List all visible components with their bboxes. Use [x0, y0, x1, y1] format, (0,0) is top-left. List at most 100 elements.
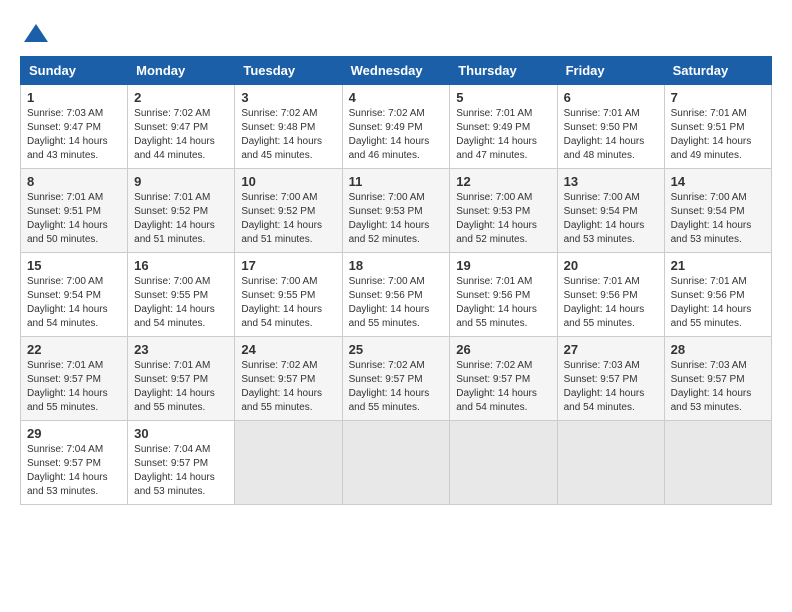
day-info: Sunrise: 7:02 AMSunset: 9:57 PMDaylight:…	[349, 359, 444, 415]
calendar-cell: 8Sunrise: 7:01 AMSunset: 9:51 PMDaylight…	[21, 169, 128, 253]
day-number: 14	[671, 174, 765, 189]
day-number: 3	[241, 90, 335, 105]
day-info: Sunrise: 7:00 AMSunset: 9:53 PMDaylight:…	[349, 191, 444, 247]
calendar-week-4: 22 Sunrise: 7:01 AMSunset: 9:57 PMDayligh…	[21, 337, 772, 421]
calendar-cell: 26 Sunrise: 7:02 AMSunset: 9:57 PMDayligh…	[450, 337, 557, 421]
day-info: Sunrise: 7:02 AMSunset: 9:48 PMDaylight:…	[241, 107, 335, 163]
day-number: 26	[456, 342, 550, 357]
calendar-cell: 27 Sunrise: 7:03 AMSunset: 9:57 PMDayligh…	[557, 337, 664, 421]
calendar-cell: 15Sunrise: 7:00 AMSunset: 9:54 PMDayligh…	[21, 253, 128, 337]
day-number: 4	[349, 90, 444, 105]
calendar-cell: 2 Sunrise: 7:02 AMSunset: 9:47 PMDaylight…	[128, 85, 235, 169]
day-number: 12	[456, 174, 550, 189]
calendar-cell: 30 Sunrise: 7:04 AMSunset: 9:57 PMDayligh…	[128, 421, 235, 505]
page-header	[20, 20, 772, 48]
day-number: 1	[27, 90, 121, 105]
day-number: 15	[27, 258, 121, 273]
day-number: 27	[564, 342, 658, 357]
logo-icon	[22, 20, 50, 48]
day-number: 17	[241, 258, 335, 273]
day-number: 20	[564, 258, 658, 273]
day-info: Sunrise: 7:01 AMSunset: 9:51 PMDaylight:…	[671, 107, 765, 163]
day-info: Sunrise: 7:01 AMSunset: 9:56 PMDaylight:…	[671, 275, 765, 331]
calendar-table: SundayMondayTuesdayWednesdayThursdayFrid…	[20, 56, 772, 505]
calendar-cell: 19 Sunrise: 7:01 AMSunset: 9:56 PMDayligh…	[450, 253, 557, 337]
day-info: Sunrise: 7:00 AMSunset: 9:55 PMDaylight:…	[241, 275, 335, 331]
calendar-cell: 29 Sunrise: 7:04 AMSunset: 9:57 PMDayligh…	[21, 421, 128, 505]
day-number: 24	[241, 342, 335, 357]
calendar-cell: 17 Sunrise: 7:00 AMSunset: 9:55 PMDayligh…	[235, 253, 342, 337]
day-info: Sunrise: 7:00 AMSunset: 9:54 PMDaylight:…	[564, 191, 658, 247]
day-number: 2	[134, 90, 228, 105]
day-number: 23	[134, 342, 228, 357]
calendar-cell: 28 Sunrise: 7:03 AMSunset: 9:57 PMDayligh…	[664, 337, 771, 421]
day-number: 25	[349, 342, 444, 357]
calendar-header-friday: Friday	[557, 57, 664, 85]
day-number: 16	[134, 258, 228, 273]
day-number: 30	[134, 426, 228, 441]
calendar-header-saturday: Saturday	[664, 57, 771, 85]
logo	[20, 20, 50, 48]
day-info: Sunrise: 7:02 AMSunset: 9:49 PMDaylight:…	[349, 107, 444, 163]
day-info: Sunrise: 7:03 AMSunset: 9:57 PMDaylight:…	[671, 359, 765, 415]
calendar-cell: 20 Sunrise: 7:01 AMSunset: 9:56 PMDayligh…	[557, 253, 664, 337]
calendar-header-sunday: Sunday	[21, 57, 128, 85]
day-number: 11	[349, 174, 444, 189]
calendar-cell: 1 Sunrise: 7:03 AMSunset: 9:47 PMDaylight…	[21, 85, 128, 169]
day-info: Sunrise: 7:04 AMSunset: 9:57 PMDaylight:…	[27, 443, 121, 499]
day-info: Sunrise: 7:02 AMSunset: 9:47 PMDaylight:…	[134, 107, 228, 163]
day-info: Sunrise: 7:02 AMSunset: 9:57 PMDaylight:…	[241, 359, 335, 415]
calendar-week-2: 8Sunrise: 7:01 AMSunset: 9:51 PMDaylight…	[21, 169, 772, 253]
day-info: Sunrise: 7:01 AMSunset: 9:57 PMDaylight:…	[134, 359, 228, 415]
day-info: Sunrise: 7:01 AMSunset: 9:56 PMDaylight:…	[564, 275, 658, 331]
calendar-header-row: SundayMondayTuesdayWednesdayThursdayFrid…	[21, 57, 772, 85]
day-info: Sunrise: 7:00 AMSunset: 9:56 PMDaylight:…	[349, 275, 444, 331]
day-number: 21	[671, 258, 765, 273]
calendar-header-wednesday: Wednesday	[342, 57, 450, 85]
day-info: Sunrise: 7:01 AMSunset: 9:49 PMDaylight:…	[456, 107, 550, 163]
calendar-body: 1 Sunrise: 7:03 AMSunset: 9:47 PMDaylight…	[21, 85, 772, 505]
day-info: Sunrise: 7:04 AMSunset: 9:57 PMDaylight:…	[134, 443, 228, 499]
calendar-cell: 3 Sunrise: 7:02 AMSunset: 9:48 PMDaylight…	[235, 85, 342, 169]
calendar-cell: 13Sunrise: 7:00 AMSunset: 9:54 PMDayligh…	[557, 169, 664, 253]
day-number: 19	[456, 258, 550, 273]
day-number: 28	[671, 342, 765, 357]
day-info: Sunrise: 7:03 AMSunset: 9:47 PMDaylight:…	[27, 107, 121, 163]
day-info: Sunrise: 7:00 AMSunset: 9:52 PMDaylight:…	[241, 191, 335, 247]
day-number: 22	[27, 342, 121, 357]
calendar-cell: 23 Sunrise: 7:01 AMSunset: 9:57 PMDayligh…	[128, 337, 235, 421]
calendar-cell: 14 Sunrise: 7:00 AMSunset: 9:54 PMDayligh…	[664, 169, 771, 253]
calendar-week-5: 29 Sunrise: 7:04 AMSunset: 9:57 PMDayligh…	[21, 421, 772, 505]
calendar-cell: 24 Sunrise: 7:02 AMSunset: 9:57 PMDayligh…	[235, 337, 342, 421]
calendar-cell: 22Sunrise: 7:01 AMSunset: 9:57 PMDayligh…	[21, 337, 128, 421]
day-number: 18	[349, 258, 444, 273]
calendar-week-3: 15Sunrise: 7:00 AMSunset: 9:54 PMDayligh…	[21, 253, 772, 337]
day-info: Sunrise: 7:00 AMSunset: 9:53 PMDaylight:…	[456, 191, 550, 247]
day-number: 9	[134, 174, 228, 189]
calendar-cell: 9 Sunrise: 7:01 AMSunset: 9:52 PMDaylight…	[128, 169, 235, 253]
day-info: Sunrise: 7:00 AMSunset: 9:55 PMDaylight:…	[134, 275, 228, 331]
day-info: Sunrise: 7:01 AMSunset: 9:56 PMDaylight:…	[456, 275, 550, 331]
calendar-cell	[235, 421, 342, 505]
calendar-cell: 12 Sunrise: 7:00 AMSunset: 9:53 PMDayligh…	[450, 169, 557, 253]
calendar-cell	[557, 421, 664, 505]
day-info: Sunrise: 7:00 AMSunset: 9:54 PMDaylight:…	[671, 191, 765, 247]
calendar-cell: 18 Sunrise: 7:00 AMSunset: 9:56 PMDayligh…	[342, 253, 450, 337]
calendar-cell: 21 Sunrise: 7:01 AMSunset: 9:56 PMDayligh…	[664, 253, 771, 337]
day-info: Sunrise: 7:03 AMSunset: 9:57 PMDaylight:…	[564, 359, 658, 415]
calendar-cell: 10 Sunrise: 7:00 AMSunset: 9:52 PMDayligh…	[235, 169, 342, 253]
calendar-header-thursday: Thursday	[450, 57, 557, 85]
day-number: 7	[671, 90, 765, 105]
calendar-header-monday: Monday	[128, 57, 235, 85]
calendar-cell: 16 Sunrise: 7:00 AMSunset: 9:55 PMDayligh…	[128, 253, 235, 337]
calendar-cell: 4 Sunrise: 7:02 AMSunset: 9:49 PMDaylight…	[342, 85, 450, 169]
day-number: 10	[241, 174, 335, 189]
calendar-header-tuesday: Tuesday	[235, 57, 342, 85]
day-number: 6	[564, 90, 658, 105]
calendar-cell: 5 Sunrise: 7:01 AMSunset: 9:49 PMDaylight…	[450, 85, 557, 169]
calendar-cell	[342, 421, 450, 505]
day-number: 29	[27, 426, 121, 441]
day-info: Sunrise: 7:01 AMSunset: 9:52 PMDaylight:…	[134, 191, 228, 247]
day-number: 5	[456, 90, 550, 105]
day-info: Sunrise: 7:02 AMSunset: 9:57 PMDaylight:…	[456, 359, 550, 415]
